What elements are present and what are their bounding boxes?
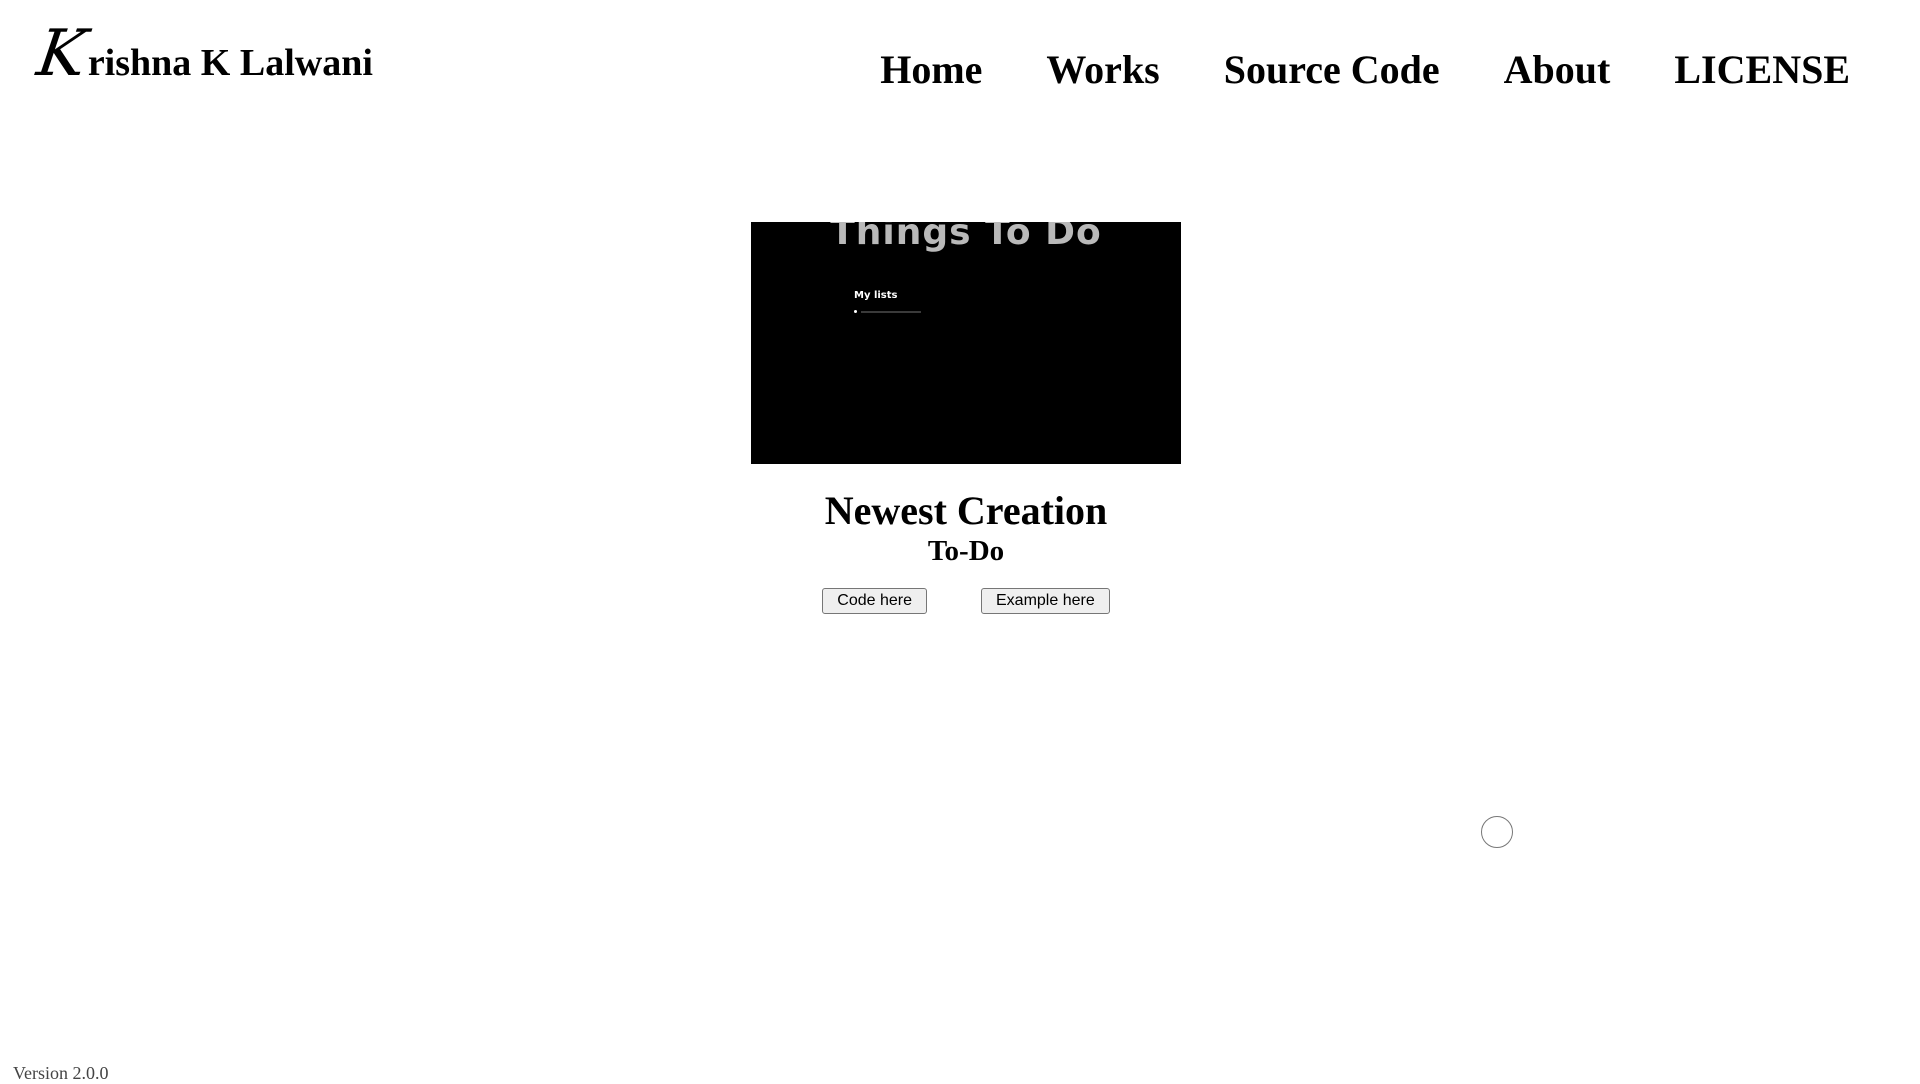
preview-line	[861, 310, 921, 313]
project-buttons: Code here Example here	[822, 588, 1110, 614]
preview-lists-label: My lists	[854, 290, 898, 301]
nav-home-link[interactable]: Home	[880, 40, 982, 100]
preview-list-item	[854, 310, 921, 313]
preview-title: Things To Do	[830, 222, 1102, 253]
newest-creation-heading: Newest Creation	[824, 488, 1108, 533]
main-content: Things To Do My lists Newest Creation To…	[0, 222, 1920, 614]
project-preview-image: Things To Do My lists	[751, 222, 1181, 464]
version-label: Version 2.0.0	[13, 1063, 109, 1083]
nav-about-link[interactable]: About	[1504, 40, 1611, 100]
code-here-button[interactable]: Code here	[822, 588, 927, 614]
preview-bullet	[854, 310, 857, 313]
nav-works-link[interactable]: Works	[1046, 40, 1159, 100]
cursor-ring	[1481, 816, 1513, 848]
site-logo[interactable]: K rishna K Lalwani	[33, 17, 373, 91]
nav-source-code-link[interactable]: Source Code	[1224, 40, 1440, 100]
main-nav: Home Works Source Code About LICENSE	[880, 40, 1914, 100]
example-here-button[interactable]: Example here	[981, 588, 1110, 614]
logo-initial: K	[32, 17, 88, 91]
nav-license-link[interactable]: LICENSE	[1674, 40, 1850, 100]
site-header: K rishna K Lalwani Home Works Source Cod…	[0, 0, 1920, 130]
project-name: To-Do	[927, 535, 1005, 567]
logo-name: rishna K Lalwani	[87, 42, 373, 84]
